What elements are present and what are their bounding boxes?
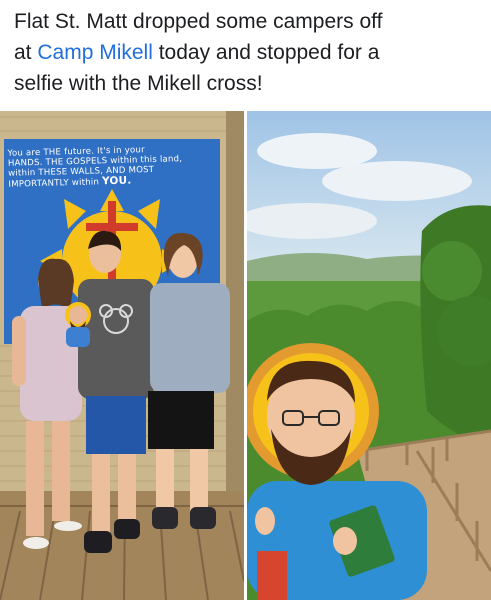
post-text: Flat St. Matt dropped some campers off a… [14,6,480,99]
photo-flat-st-matt-overlook[interactable] [247,111,491,600]
post-text-line-2: at Camp Mikell today and stopped for a [14,37,480,68]
photo-campers-mural[interactable]: You are THE future. It's in your HANDS. … [0,111,244,600]
post-text-prefix: at [14,41,38,64]
camp-mikell-link[interactable]: Camp Mikell [37,41,153,64]
post-text-line-3: selfie with the Mikell cross! [14,72,263,95]
mural-text: You are THE future. It's in your HANDS. … [7,143,218,190]
overlook-photo-illustration [247,111,491,600]
post-text-suffix: today and stopped for a [152,41,380,64]
post-text-line-1: Flat St. Matt dropped some campers off [14,10,383,33]
photo-grid: You are THE future. It's in your HANDS. … [0,111,491,600]
